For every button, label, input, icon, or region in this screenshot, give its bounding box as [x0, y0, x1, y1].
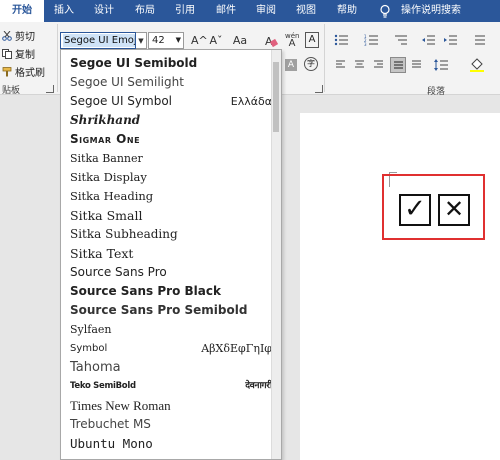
align-left-button[interactable]	[333, 57, 349, 73]
change-case-icon[interactable]: Aa	[230, 34, 250, 48]
tab-design[interactable]: 设计	[86, 0, 122, 22]
font-item[interactable]: Trebuchet MS	[70, 415, 270, 434]
distributed-icon	[412, 60, 421, 68]
font-dialog-launcher[interactable]	[315, 85, 323, 93]
font-item[interactable]: Sigmar One	[70, 130, 270, 149]
format-painter-label: 格式刷	[15, 68, 45, 79]
ribbon-tab-bar: 开始 插入 设计 布局 引用 邮件 审阅 视图 帮助 操作说明搜索	[0, 0, 500, 22]
font-item[interactable]: Shrikhand	[70, 111, 270, 130]
align-center-icon	[355, 60, 364, 68]
tab-help[interactable]: 帮助	[329, 0, 365, 22]
bullets-icon[interactable]	[334, 34, 352, 46]
group-separator	[324, 24, 325, 92]
font-item[interactable]: Sitka Heading	[70, 187, 270, 206]
character-shading-icon[interactable]: A	[285, 59, 297, 71]
svg-text:3: 3	[364, 42, 367, 46]
align-center-button[interactable]	[352, 57, 368, 73]
scrollbar-thumb[interactable]	[273, 62, 279, 132]
distributed-button[interactable]	[409, 57, 425, 73]
font-sample: Ελλάδα	[230, 95, 272, 108]
phonetic-guide-button[interactable]: wén A	[285, 32, 299, 49]
clear-formatting-icon[interactable]: A	[264, 34, 278, 48]
font-item[interactable]: Sitka Small	[70, 206, 270, 225]
shading-bucket-icon[interactable]	[470, 58, 484, 72]
align-right-icon	[374, 60, 383, 68]
justify-button[interactable]	[390, 57, 406, 73]
font-item[interactable]: Sitka Text	[70, 244, 270, 263]
format-painter-button[interactable]: 格式刷	[2, 64, 45, 79]
tab-review[interactable]: 审阅	[248, 0, 284, 22]
multilevel-list-icon[interactable]	[393, 34, 411, 46]
align-right-button[interactable]	[371, 57, 387, 73]
tab-references[interactable]: 引用	[167, 0, 203, 22]
font-item[interactable]: Source Sans Pro Semibold	[70, 301, 270, 320]
tab-insert[interactable]: 插入	[46, 0, 82, 22]
font-item[interactable]: Sylfaen	[70, 320, 270, 339]
document-page[interactable]	[300, 113, 500, 460]
font-size-value: 42	[152, 35, 165, 46]
decrease-indent-icon[interactable]	[422, 34, 436, 46]
numbering-icon[interactable]: 1 2 3	[364, 34, 382, 46]
tab-home[interactable]: 开始	[0, 0, 44, 22]
font-item[interactable]: Tahoma	[70, 358, 270, 377]
font-sample: देवनागरी	[245, 381, 272, 391]
increase-indent-icon[interactable]	[444, 34, 458, 46]
font-item[interactable]: Sitka Display	[70, 168, 270, 187]
font-size-input[interactable]: 42 ▼	[148, 32, 184, 49]
tab-view[interactable]: 视图	[288, 0, 324, 22]
justify-icon	[394, 61, 403, 69]
character-border-icon[interactable]: A	[305, 32, 319, 48]
chinese-layout-icon[interactable]	[474, 34, 490, 46]
font-item[interactable]: Source Sans Pro	[70, 263, 270, 282]
group-separator	[57, 24, 58, 92]
tab-mailings[interactable]: 邮件	[208, 0, 244, 22]
font-name-dropdown-button[interactable]: ▼	[136, 32, 147, 49]
lightbulb-icon	[380, 4, 390, 18]
font-item[interactable]: Segoe UI Semilight	[70, 73, 270, 92]
cut-button[interactable]: 剪切	[2, 28, 35, 43]
checked-box-symbol[interactable]: ✓	[399, 194, 431, 226]
clipboard-dialog-launcher[interactable]	[46, 85, 54, 93]
font-item[interactable]: Source Sans Pro Black	[70, 282, 270, 301]
cut-label: 剪切	[15, 32, 35, 43]
line-spacing-icon[interactable]	[434, 58, 448, 72]
font-item[interactable]: Symbol ΑβΧδΕφΓηΙφ	[70, 339, 272, 358]
align-left-icon	[336, 60, 345, 68]
font-sample: ΑβΧδΕφΓηΙφ	[201, 342, 272, 355]
font-item[interactable]: Segoe UI Symbol Ελλάδα	[70, 92, 272, 111]
grow-font-icon[interactable]: A^	[191, 34, 208, 48]
font-dropdown-list[interactable]: Segoe UI Semibold Segoe UI Semilight Seg…	[60, 49, 282, 460]
copy-label: 复制	[15, 50, 35, 61]
phonetic-char: A	[288, 38, 296, 49]
copy-icon	[2, 49, 12, 59]
font-item[interactable]: Segoe UI Semibold	[70, 54, 270, 73]
font-name-input[interactable]: Segoe UI Emoji	[60, 32, 136, 49]
font-item[interactable]: Sitka Subheading	[70, 225, 270, 244]
enclose-characters-icon[interactable]: 字	[304, 57, 318, 71]
font-item[interactable]: Teko SemiBold देवनागरी	[70, 377, 272, 396]
scissors-icon	[2, 31, 12, 41]
font-item[interactable]: Ubuntu Mono	[70, 434, 270, 453]
chevron-down-icon: ▼	[175, 36, 181, 44]
font-list-scrollbar[interactable]	[271, 50, 281, 459]
shrink-font-icon[interactable]: Aˇ	[209, 34, 223, 48]
font-item[interactable]: Times New Roman	[70, 396, 270, 415]
copy-button[interactable]: 复制	[2, 46, 35, 61]
font-name-value: Segoe UI Emoji	[63, 34, 135, 47]
crossed-box-symbol[interactable]: ✕	[438, 194, 470, 226]
font-item[interactable]: Sitka Banner	[70, 149, 270, 168]
paintbrush-icon	[2, 67, 12, 77]
tab-layout[interactable]: 布局	[127, 0, 163, 22]
tell-me-search[interactable]: 操作说明搜索	[396, 0, 466, 22]
